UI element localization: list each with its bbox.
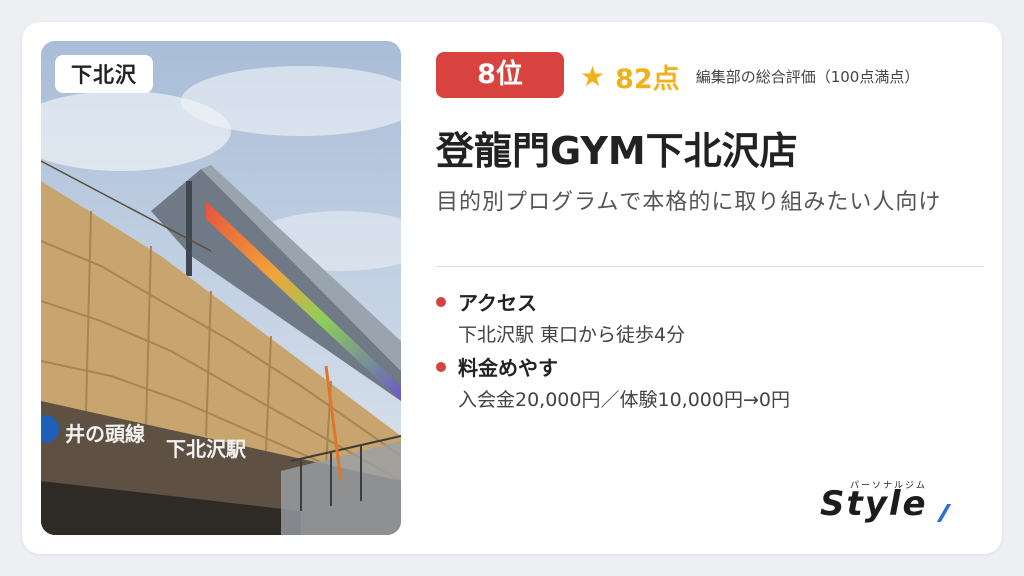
station-building-image: 井の頭線 下北沢駅	[41, 41, 401, 535]
gym-title: 登龍門GYM下北沢店	[436, 129, 798, 173]
feature-access: アクセス 下北沢駅 東口から徒歩4分	[436, 287, 685, 347]
personal-gym-style-logo: パーソナルジム Style	[820, 478, 960, 528]
feature-label: 料金めやす	[458, 356, 558, 380]
area-badge: 下北沢	[55, 55, 153, 93]
feature-label: アクセス	[458, 291, 537, 315]
bullet-dot-icon	[436, 361, 446, 372]
station-sign-inokashira: 井の頭線	[65, 422, 145, 446]
score-row: ★ 82点 編集部の総合評価（100点満点）	[580, 56, 919, 96]
feature-value: 入会金20,000円／体験10,000円→0円	[458, 389, 790, 411]
logo-slash-icon	[936, 504, 952, 522]
rank-badge: 8位	[436, 52, 564, 98]
divider	[436, 266, 984, 267]
gym-subtitle: 目的別プログラムで本格的に取り組みたい人向け	[436, 190, 942, 215]
gym-photo: 井の頭線 下北沢駅 下北沢	[41, 41, 401, 535]
score-value: 82点	[615, 63, 680, 95]
logo-word: Style	[820, 484, 928, 524]
score-note: 編集部の総合評価（100点満点）	[695, 67, 920, 86]
feature-value: 下北沢駅 東口から徒歩4分	[458, 324, 686, 346]
station-sign-shimokitazawa: 下北沢駅	[166, 437, 246, 461]
star-icon: ★	[580, 59, 606, 93]
bullet-dot-icon	[436, 296, 446, 307]
feature-price: 料金めやす 入会金20,000円／体験10,000円→0円	[436, 352, 790, 412]
